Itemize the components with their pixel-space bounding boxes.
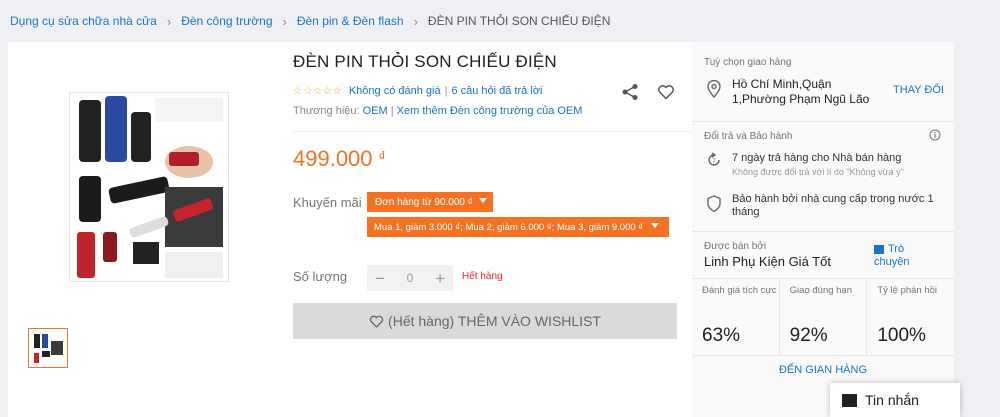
quantity-increase-button[interactable]: +: [435, 270, 445, 287]
flashlight-product-photo: [69, 92, 229, 282]
price-value: 499.000: [293, 146, 373, 171]
brand-link[interactable]: OEM: [363, 105, 388, 117]
thumbnail-image: [31, 331, 65, 365]
return-icon: 7: [708, 152, 720, 166]
quantity-label: Số lượng: [293, 269, 348, 284]
return-policy-note: Không được đổi trả với lí do "Không vừa …: [732, 167, 904, 177]
chevron-right-icon: ›: [282, 13, 287, 29]
rating-row: ☆☆☆☆☆ Không có đánh giá | 6 câu hỏi đã t…: [293, 85, 542, 97]
heart-icon: [369, 315, 384, 328]
stat-label: Giao đúng hạn: [789, 285, 853, 296]
wishlist-label: (Hết hàng) THÊM VÀO WISHLIST: [388, 313, 601, 329]
chat-icon: [842, 393, 857, 407]
delivery-seller-panel: Tuỳ chọn giao hàng Hồ Chí Minh,Quận 1,Ph…: [692, 42, 954, 417]
currency-symbol: ₫: [378, 148, 386, 164]
chat-messages-button[interactable]: Tin nhắn: [830, 383, 960, 417]
product-thumbnail[interactable]: [28, 328, 68, 368]
breadcrumb-item-work-lights[interactable]: Đèn công trường: [181, 14, 272, 28]
delivery-location: Hồ Chí Minh,Quận 1,Phường Phạm Ngũ Lão: [732, 77, 870, 106]
breadcrumb-item-flashlights[interactable]: Đèn pin & Đèn flash: [297, 14, 404, 28]
chevron-right-icon: ›: [413, 13, 418, 29]
product-card: ĐÈN PIN THỎI SON CHIẾU ĐIỆN ☆☆☆☆☆ Không …: [8, 42, 954, 417]
stat-value: 63%: [702, 325, 741, 346]
caret-down-icon: [478, 198, 487, 203]
add-to-wishlist-button[interactable]: (Hết hàng) THÊM VÀO WISHLIST: [293, 303, 677, 339]
promo-tag-min-order[interactable]: Đơn hàng từ 90.000 ₫: [367, 192, 493, 212]
sold-by-label: Được bán bởi: [704, 241, 767, 252]
promo-label: Khuyến mãi: [293, 195, 362, 210]
go-to-store-link[interactable]: ĐẾN GIAN HÀNG: [692, 364, 954, 376]
stat-value: 92%: [789, 325, 828, 346]
info-icon[interactable]: [929, 129, 941, 141]
brand-label: Thương hiệu:: [293, 105, 360, 117]
return-policy-text: 7 ngày trả hàng cho Nhà bán hàng: [732, 152, 902, 164]
breadcrumb-item-home-repair[interactable]: Dụng cụ sửa chữa nhà cửa: [10, 14, 157, 28]
stock-status: Hết hàng: [462, 271, 503, 282]
promo-tag-bulk-discount[interactable]: Mua 1, giảm 3.000 ₫; Mua 2, giảm 6.000 ₫…: [367, 217, 669, 237]
divider: |: [444, 85, 448, 97]
heart-icon[interactable]: [657, 83, 675, 101]
product-image[interactable]: [24, 56, 274, 318]
seller-name[interactable]: Linh Phụ Kiện Giá Tốt: [704, 254, 831, 269]
quantity-stepper: − 0 +: [367, 265, 453, 291]
stat-response-rate: Tỷ lệ phản hồi 100%: [867, 279, 954, 355]
divider: [692, 231, 954, 232]
breadcrumb-item-current: ĐÈN PIN THỎI SON CHIẾU ĐIỆN: [427, 14, 611, 28]
chat-icon: [874, 244, 884, 254]
chevron-right-icon: ›: [166, 13, 172, 29]
returns-warranty-title: Đổi trả và Bảo hành: [704, 131, 793, 142]
stat-label: Tỷ lệ phản hồi: [877, 285, 938, 296]
delivery-options-title: Tuỳ chọn giao hàng: [704, 57, 792, 68]
breadcrumb: Dụng cụ sửa chữa nhà cửa › Đèn công trườ…: [0, 0, 1000, 42]
stat-value: 100%: [877, 325, 926, 346]
share-icon[interactable]: [621, 83, 639, 101]
quantity-value[interactable]: 0: [407, 271, 414, 285]
brand-more-link[interactable]: Xem thêm Đèn công trường của OEM: [397, 105, 583, 117]
seller-stats: Đánh giá tích cực 63% Giao đúng hạn 92% …: [692, 278, 954, 356]
shield-icon: [707, 195, 721, 213]
product-title: ĐÈN PIN THỎI SON CHIẾU ĐIỆN: [293, 52, 557, 71]
divider: [692, 121, 954, 122]
product-price: 499.000 ₫: [293, 146, 386, 172]
stat-label: Đánh giá tích cực: [702, 285, 777, 296]
location-pin-icon: [707, 80, 721, 98]
chat-messages-label: Tin nhắn: [865, 392, 919, 408]
qa-link[interactable]: 6 câu hỏi đã trả lời: [451, 85, 542, 97]
chat-with-seller-button[interactable]: Trò chuyện: [874, 243, 934, 269]
divider: [293, 131, 691, 132]
promo-tag-text: Mua 1, giảm 3.000 ₫; Mua 2, giảm 6.000 ₫…: [374, 221, 644, 233]
caret-down-icon: [651, 223, 659, 228]
promo-tag-text: Đơn hàng từ 90.000 ₫: [375, 196, 473, 208]
star-rating-icon: ☆☆☆☆☆: [293, 85, 343, 97]
stat-positive-rating: Đánh giá tích cực 63%: [692, 279, 780, 355]
warranty-text: Bảo hành bởi nhà cung cấp trong nước 1 t…: [732, 193, 934, 218]
stat-on-time-delivery: Giao đúng hạn 92%: [780, 279, 868, 355]
quantity-decrease-button[interactable]: −: [375, 270, 385, 287]
rating-link[interactable]: Không có đánh giá: [349, 85, 441, 97]
brand-row: Thương hiệu: OEM | Xem thêm Đèn công trư…: [293, 105, 582, 117]
change-location-button[interactable]: THAY ĐỔI: [893, 84, 944, 96]
